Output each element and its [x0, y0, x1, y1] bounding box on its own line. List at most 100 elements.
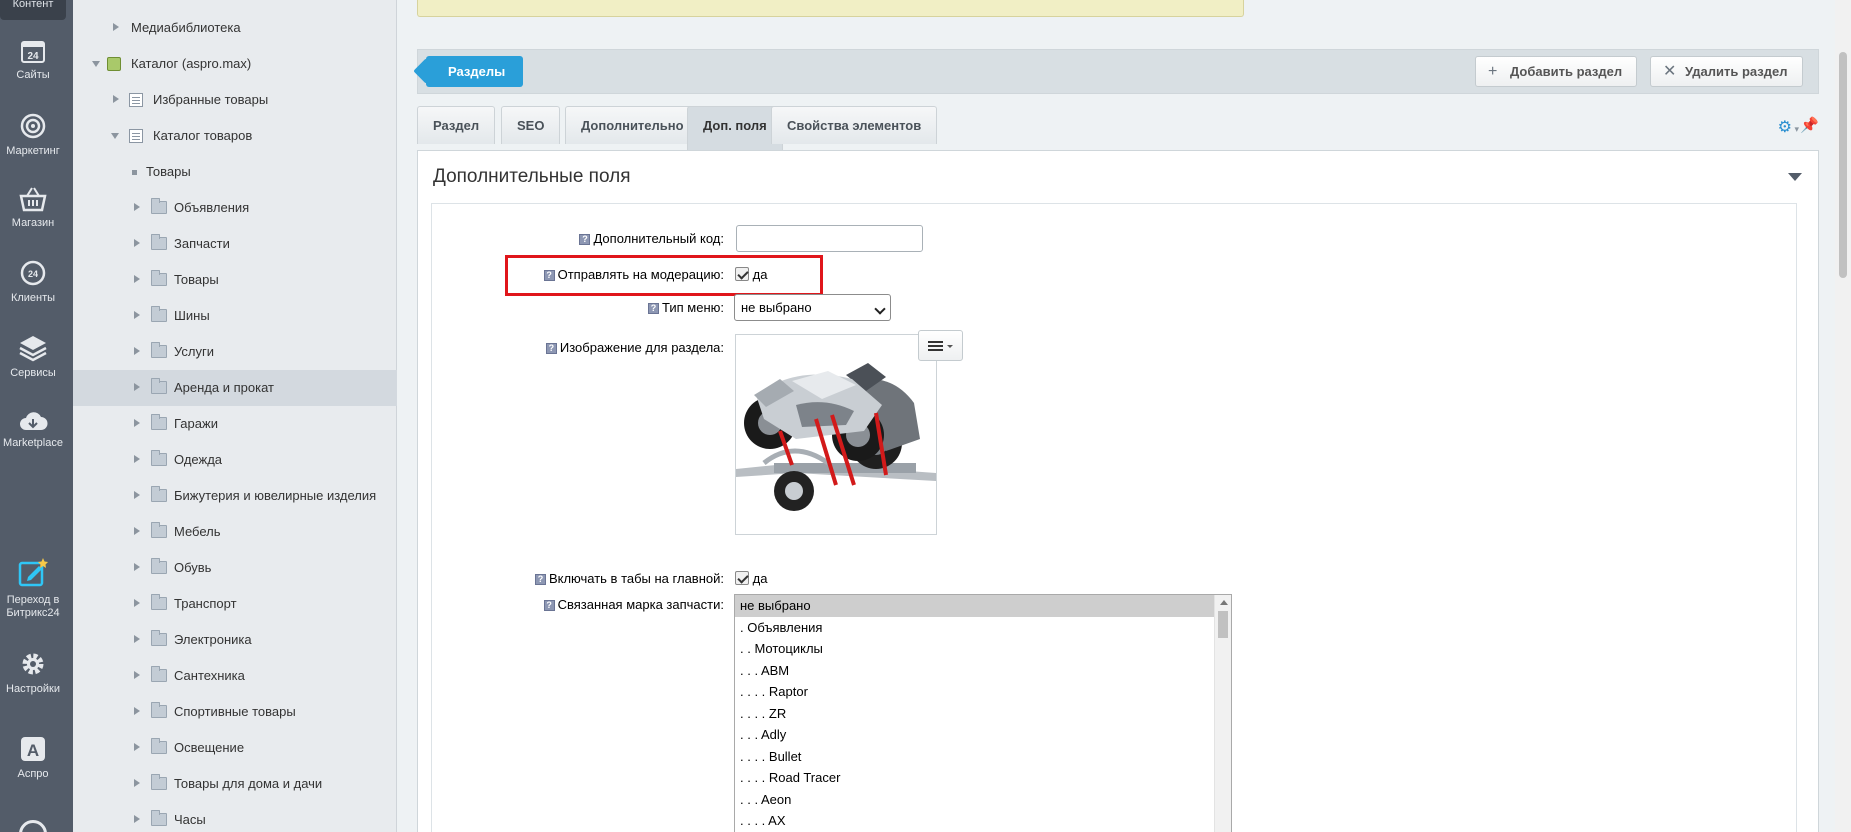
expand-right-icon[interactable]	[134, 347, 140, 355]
rail-item-services[interactable]: Сервисы	[0, 334, 66, 380]
expand-right-icon[interactable]	[134, 275, 140, 283]
expand-right-icon[interactable]	[134, 203, 140, 211]
tree-item[interactable]: Часы	[73, 802, 397, 832]
tree-item[interactable]: Товары	[73, 262, 397, 298]
expand-down-icon[interactable]	[92, 61, 100, 67]
expand-right-icon[interactable]	[134, 239, 140, 247]
tree-item[interactable]: Одежда	[73, 442, 397, 478]
tree-item[interactable]: Каталог товаров	[73, 118, 397, 154]
rail-item-clients[interactable]: 24 Клиенты	[0, 259, 66, 305]
help-icon[interactable]: ?	[545, 343, 557, 354]
expand-right-icon[interactable]	[113, 23, 119, 31]
rail-item-settings[interactable]: Настройки	[0, 650, 66, 696]
rail-label: Переход в Битрикс24	[6, 594, 60, 619]
tree-item[interactable]: Шины	[73, 298, 397, 334]
tree-item[interactable]: Мебель	[73, 514, 397, 550]
rail-item-content[interactable]: Контент	[0, 0, 66, 20]
brand-listbox[interactable]: не выбрано. Объявления. . Мотоциклы. . .…	[734, 594, 1232, 832]
scroll-thumb[interactable]	[1218, 611, 1228, 638]
tree-item[interactable]: Обувь	[73, 550, 397, 586]
brand-option[interactable]: . . . . ZR	[735, 703, 1231, 725]
expand-right-icon[interactable]	[134, 419, 140, 427]
page-scrollbar[interactable]	[1835, 0, 1851, 832]
folder-icon	[151, 486, 167, 502]
brand-option[interactable]: . Объявления	[735, 617, 1231, 639]
tree-item[interactable]: Сантехника	[73, 658, 397, 694]
delete-section-button[interactable]: ✕ Удалить раздел	[1650, 56, 1803, 87]
tree-item[interactable]: Запчасти	[73, 226, 397, 262]
page-scroll-thumb[interactable]	[1839, 52, 1847, 278]
sections-button[interactable]: Разделы	[426, 56, 524, 87]
help-icon[interactable]: ?	[579, 234, 591, 245]
tree-item[interactable]: Услуги	[73, 334, 397, 370]
tree-item[interactable]: Избранные товары	[73, 82, 397, 118]
tree-item[interactable]: Бижутерия и ювелирные изделия	[73, 478, 397, 514]
expand-right-icon[interactable]	[134, 563, 140, 571]
collapse-arrow-icon[interactable]	[1788, 173, 1802, 181]
expand-right-icon[interactable]	[113, 95, 119, 103]
expand-right-icon[interactable]	[134, 527, 140, 535]
tree-item[interactable]: Товары	[73, 154, 397, 190]
rail-item-marketplace[interactable]: Marketplace	[0, 410, 66, 450]
tree-item[interactable]: Медиабиблиотека	[73, 10, 397, 46]
tree-item[interactable]: Каталог (aspro.max)	[73, 46, 397, 82]
folder-icon	[151, 234, 167, 250]
rail-item-aspro[interactable]: A Аспро	[0, 735, 66, 781]
expand-down-icon[interactable]	[111, 133, 119, 139]
tab-seo[interactable]: SEO	[501, 106, 561, 144]
expand-right-icon[interactable]	[134, 383, 140, 391]
add-section-button[interactable]: + Добавить раздел	[1475, 56, 1638, 87]
layers-icon	[19, 336, 47, 362]
brand-option[interactable]: . . . ABM	[735, 660, 1231, 682]
tree-item[interactable]: Спортивные товары	[73, 694, 397, 730]
expand-right-icon[interactable]	[134, 491, 140, 499]
folder-icon	[151, 342, 167, 358]
expand-right-icon[interactable]	[134, 743, 140, 751]
tree-item[interactable]: Аренда и прокат	[73, 370, 397, 406]
expand-right-icon[interactable]	[134, 311, 140, 319]
tree-item[interactable]: Гаражи	[73, 406, 397, 442]
rail-item-bitrix24[interactable]: Переход в Битрикс24	[0, 557, 66, 620]
tree-item[interactable]: Товары для дома и дачи	[73, 766, 397, 802]
brand-option[interactable]: . . . . Raptor	[735, 681, 1231, 703]
tab-section[interactable]: Раздел	[417, 106, 496, 144]
tree-item[interactable]: Объявления	[73, 190, 397, 226]
brand-option[interactable]: . . . Adly	[735, 724, 1231, 746]
scroll-up-icon[interactable]	[1220, 600, 1228, 605]
tree-item[interactable]: Электроника	[73, 622, 397, 658]
close-icon: ✕	[1663, 63, 1677, 80]
listbox-scrollbar[interactable]	[1214, 595, 1231, 832]
brand-option[interactable]: . . . . AX	[735, 810, 1231, 832]
expand-right-icon[interactable]	[134, 635, 140, 643]
expand-right-icon[interactable]	[134, 707, 140, 715]
rail-item-sites[interactable]: 24 Сайты	[0, 38, 66, 82]
expand-right-icon[interactable]	[134, 779, 140, 787]
section-image[interactable]	[735, 334, 937, 535]
expand-right-icon[interactable]	[134, 815, 140, 823]
expand-right-icon[interactable]	[134, 455, 140, 463]
extra-code-input[interactable]	[736, 225, 923, 252]
tab-settings-gear-icon[interactable]: ⚙ ▾	[1778, 117, 1799, 137]
tabs-main-checkbox[interactable]	[735, 571, 749, 585]
brand-option[interactable]: не выбрано	[735, 595, 1231, 617]
expand-right-icon[interactable]	[134, 671, 140, 679]
tab-extra-fields[interactable]: Доп. поля	[687, 106, 783, 150]
pin-icon[interactable]: 📌	[1800, 116, 1819, 134]
help-icon[interactable]: ?	[648, 303, 659, 314]
menu-type-select[interactable]: не выбрано	[734, 294, 891, 321]
image-menu-button[interactable]	[918, 330, 963, 361]
brand-option[interactable]: . . . . Bullet	[735, 746, 1231, 768]
expand-right-icon[interactable]	[134, 599, 140, 607]
help-icon[interactable]: ?	[543, 600, 555, 611]
tab-additional[interactable]: Дополнительно	[565, 106, 700, 144]
brand-option[interactable]: . . . Aeon	[735, 789, 1231, 811]
help-icon[interactable]: ?	[534, 574, 546, 585]
tree-item[interactable]: Освещение	[73, 730, 397, 766]
tabs-main-label: ? Включать в табы на главной:	[534, 571, 724, 586]
rail-item-shop[interactable]: Магазин	[0, 186, 66, 230]
brand-option[interactable]: . . . . Road Tracer	[735, 767, 1231, 789]
tree-item[interactable]: Транспорт	[73, 586, 397, 622]
tab-element-properties[interactable]: Свойства элементов	[771, 106, 938, 144]
rail-item-marketing[interactable]: Маркетинг	[0, 112, 66, 158]
brand-option[interactable]: . . Мотоциклы	[735, 638, 1231, 660]
